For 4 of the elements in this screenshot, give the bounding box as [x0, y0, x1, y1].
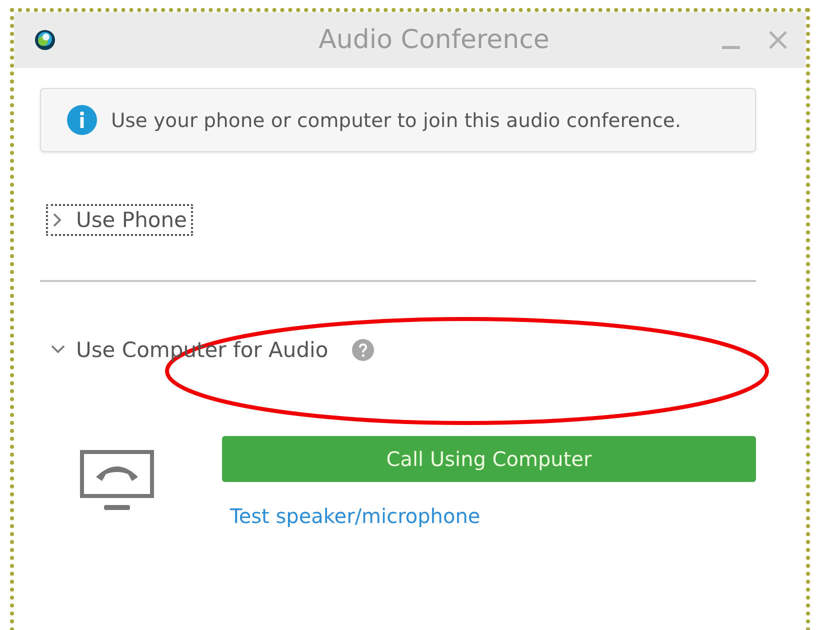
- window-title: Audio Conference: [318, 25, 550, 55]
- section-toggle[interactable]: Use Phone: [46, 204, 193, 236]
- test-speaker-link[interactable]: Test speaker/microphone: [230, 504, 480, 528]
- info-message: Use your phone or computer to join this audio conference.: [111, 108, 682, 132]
